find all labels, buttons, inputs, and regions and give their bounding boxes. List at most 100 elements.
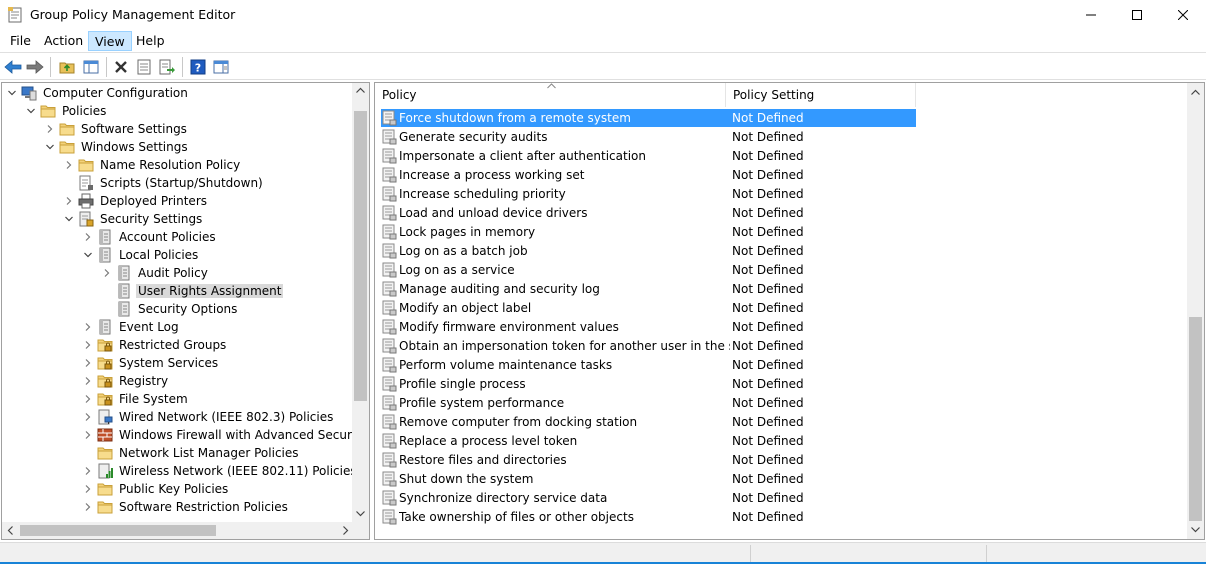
policy-row[interactable]: Profile system performance Not Defined <box>381 394 916 412</box>
expand-chevron-icon[interactable] <box>82 393 94 405</box>
folder-icon <box>97 499 113 515</box>
delete-button[interactable] <box>110 56 132 78</box>
policy-row[interactable]: Replace a process level token Not Defined <box>381 432 916 450</box>
scroll-down-icon[interactable] <box>1191 527 1200 533</box>
policy-row[interactable]: Log on as a batch job Not Defined <box>381 242 916 260</box>
tree-horizontal-scrollbar[interactable] <box>2 522 354 539</box>
up-one-level-button[interactable] <box>56 56 78 78</box>
policy-row[interactable]: Synchronize directory service data Not De… <box>381 489 916 507</box>
tree-item[interactable]: Policies <box>25 102 108 120</box>
list-vertical-scrollbar[interactable] <box>1187 83 1204 539</box>
tree-item[interactable]: Deployed Printers <box>63 192 209 210</box>
tree-item[interactable]: Local Policies <box>82 246 200 264</box>
tree-item[interactable]: Security Options <box>101 300 239 318</box>
tree-item[interactable]: Name Resolution Policy <box>63 156 242 174</box>
tree-item[interactable]: Account Policies <box>82 228 218 246</box>
tree-item[interactable]: Wired Network (IEEE 802.3) Policies <box>82 408 335 426</box>
tree-item[interactable]: Restricted Groups <box>82 336 228 354</box>
list-vertical-scroll-thumb[interactable] <box>1189 317 1202 521</box>
back-button[interactable] <box>2 56 24 78</box>
tree-item[interactable]: Security Settings <box>63 210 204 228</box>
expand-chevron-icon[interactable] <box>44 123 56 135</box>
expand-chevron-icon[interactable] <box>82 411 94 423</box>
column-header-policy-setting[interactable]: Policy Setting <box>726 83 916 107</box>
menu-view[interactable]: View <box>88 31 132 51</box>
collapse-chevron-icon[interactable] <box>82 249 94 261</box>
expand-chevron-icon[interactable] <box>82 357 94 369</box>
policy-row[interactable]: Modify an object label Not Defined <box>381 299 916 317</box>
show-hide-tree-icon <box>83 60 99 74</box>
scroll-up-icon[interactable] <box>1191 89 1200 95</box>
properties-button[interactable] <box>133 56 155 78</box>
policy-row[interactable]: Restore files and directories Not Defined <box>381 451 916 469</box>
expand-chevron-icon[interactable] <box>82 339 94 351</box>
policy-row[interactable]: Generate security audits Not Defined <box>381 128 916 146</box>
menu-help[interactable]: Help <box>130 31 171 51</box>
policy-row[interactable]: Perform volume maintenance tasks Not Defi… <box>381 356 916 374</box>
policy-row[interactable]: Remove computer from docking station Not … <box>381 413 916 431</box>
help-button[interactable]: ? <box>187 56 209 78</box>
policy-row[interactable]: Profile single process Not Defined <box>381 375 916 393</box>
tree-vertical-scroll-thumb[interactable] <box>354 111 367 401</box>
policy-row[interactable]: Log on as a service Not Defined <box>381 261 916 279</box>
tree-item[interactable]: Windows Settings <box>44 138 190 156</box>
collapse-chevron-icon[interactable] <box>63 213 75 225</box>
policy-row[interactable]: Modify firmware environment values Not De… <box>381 318 916 336</box>
expand-chevron-icon[interactable] <box>101 267 113 279</box>
scroll-right-icon[interactable] <box>343 526 349 535</box>
menu-action[interactable]: Action <box>38 31 89 51</box>
minimize-button[interactable] <box>1068 0 1114 30</box>
expand-chevron-icon[interactable] <box>82 321 94 333</box>
tree-item[interactable]: Public Key Policies <box>82 480 230 498</box>
show-hide-tree-button[interactable] <box>80 56 102 78</box>
policy-row[interactable]: Force shutdown from a remote system Not D… <box>381 109 916 127</box>
policy-setting-value: Not Defined <box>732 339 804 353</box>
tree-item[interactable]: User Rights Assignment <box>101 282 284 300</box>
maximize-button[interactable] <box>1114 0 1160 30</box>
collapse-chevron-icon[interactable] <box>6 87 18 99</box>
expand-chevron-icon[interactable] <box>82 483 94 495</box>
tree-item[interactable]: Scripts (Startup/Shutdown) <box>63 174 265 192</box>
expand-chevron-icon[interactable] <box>82 429 94 441</box>
policy-row[interactable]: Increase a process working set Not Define… <box>381 166 916 184</box>
forward-button[interactable] <box>24 56 46 78</box>
close-button[interactable] <box>1160 0 1206 30</box>
expand-chevron-icon[interactable] <box>82 231 94 243</box>
tree-item[interactable]: Windows Firewall with Advanced Security <box>82 426 369 444</box>
tree-item[interactable]: Wireless Network (IEEE 802.11) Policies <box>82 462 359 480</box>
console-tree[interactable]: Computer Configuration Policies Software S… <box>1 82 370 540</box>
export-list-button[interactable] <box>156 56 178 78</box>
policy-row[interactable]: Load and unload device drivers Not Define… <box>381 204 916 222</box>
show-hide-action-pane-button[interactable] <box>210 56 232 78</box>
tree-item[interactable]: Software Restriction Policies <box>82 498 290 516</box>
collapse-chevron-icon[interactable] <box>44 141 56 153</box>
tree-horizontal-scroll-thumb[interactable] <box>20 525 216 536</box>
policy-row[interactable]: Lock pages in memory Not Defined <box>381 223 916 241</box>
tree-item[interactable]: Registry <box>82 372 170 390</box>
scroll-up-icon[interactable] <box>356 87 365 93</box>
tree-item[interactable]: Computer Configuration <box>6 84 190 102</box>
scroll-down-icon[interactable] <box>356 511 365 517</box>
menu-file[interactable]: File <box>4 31 37 51</box>
policy-row[interactable]: Increase scheduling priority Not Defined <box>381 185 916 203</box>
expand-chevron-icon[interactable] <box>63 195 75 207</box>
tree-item[interactable]: Audit Policy <box>101 264 210 282</box>
tree-item[interactable]: System Services <box>82 354 220 372</box>
policy-row[interactable]: Manage auditing and security log Not Defi… <box>381 280 916 298</box>
tree-item[interactable]: Network List Manager Policies <box>82 444 301 462</box>
policy-row[interactable]: Obtain an impersonation token for anothe… <box>381 337 916 355</box>
collapse-chevron-icon[interactable] <box>25 105 37 117</box>
scroll-left-icon[interactable] <box>7 526 13 535</box>
details-pane[interactable]: Policy Policy Setting Force shutdown fro… <box>374 82 1205 540</box>
policy-row[interactable]: Take ownership of files or other objects… <box>381 508 916 526</box>
expand-chevron-icon[interactable] <box>82 501 94 513</box>
tree-item[interactable]: Event Log <box>82 318 181 336</box>
tree-vertical-scrollbar[interactable] <box>352 83 369 522</box>
expand-chevron-icon[interactable] <box>82 465 94 477</box>
policy-row[interactable]: Impersonate a client after authenticatio… <box>381 147 916 165</box>
expand-chevron-icon[interactable] <box>63 159 75 171</box>
tree-item[interactable]: File System <box>82 390 190 408</box>
expand-chevron-icon[interactable] <box>82 375 94 387</box>
policy-row[interactable]: Shut down the system Not Defined <box>381 470 916 488</box>
tree-item[interactable]: Software Settings <box>44 120 189 138</box>
